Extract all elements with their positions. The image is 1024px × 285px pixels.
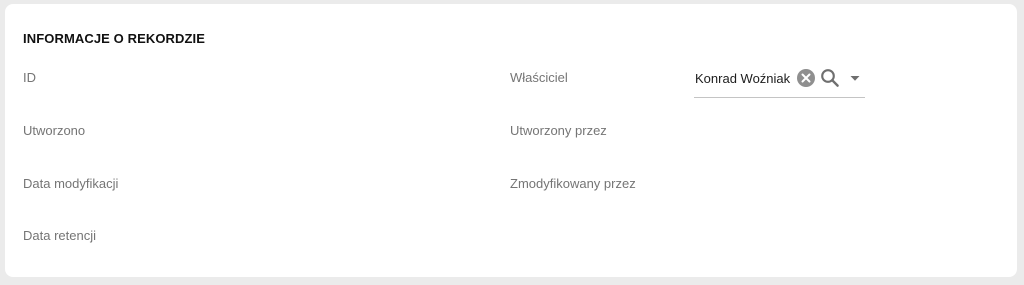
id-label: ID	[23, 70, 36, 85]
owner-label: Właściciel	[510, 70, 568, 85]
owner-value[interactable]: Konrad Woźniak	[695, 71, 790, 86]
section-title: INFORMACJE O REKORDZIE	[23, 31, 206, 46]
retention-date-label: Data retencji	[23, 228, 96, 243]
created-label: Utworzono	[23, 123, 86, 138]
clear-icon[interactable]	[796, 68, 816, 88]
record-info-card: INFORMACJE O REKORDZIE ID Utworzono Data…	[5, 4, 1017, 277]
modified-by-label: Zmodyfikowany przez	[510, 176, 636, 191]
owner-field[interactable]: Konrad Woźniak	[694, 66, 865, 98]
created-by-label: Utworzony przez	[510, 123, 607, 138]
dropdown-arrow-icon[interactable]	[845, 68, 865, 88]
search-icon[interactable]	[819, 67, 841, 89]
modified-date-label: Data modyfikacji	[23, 176, 119, 191]
